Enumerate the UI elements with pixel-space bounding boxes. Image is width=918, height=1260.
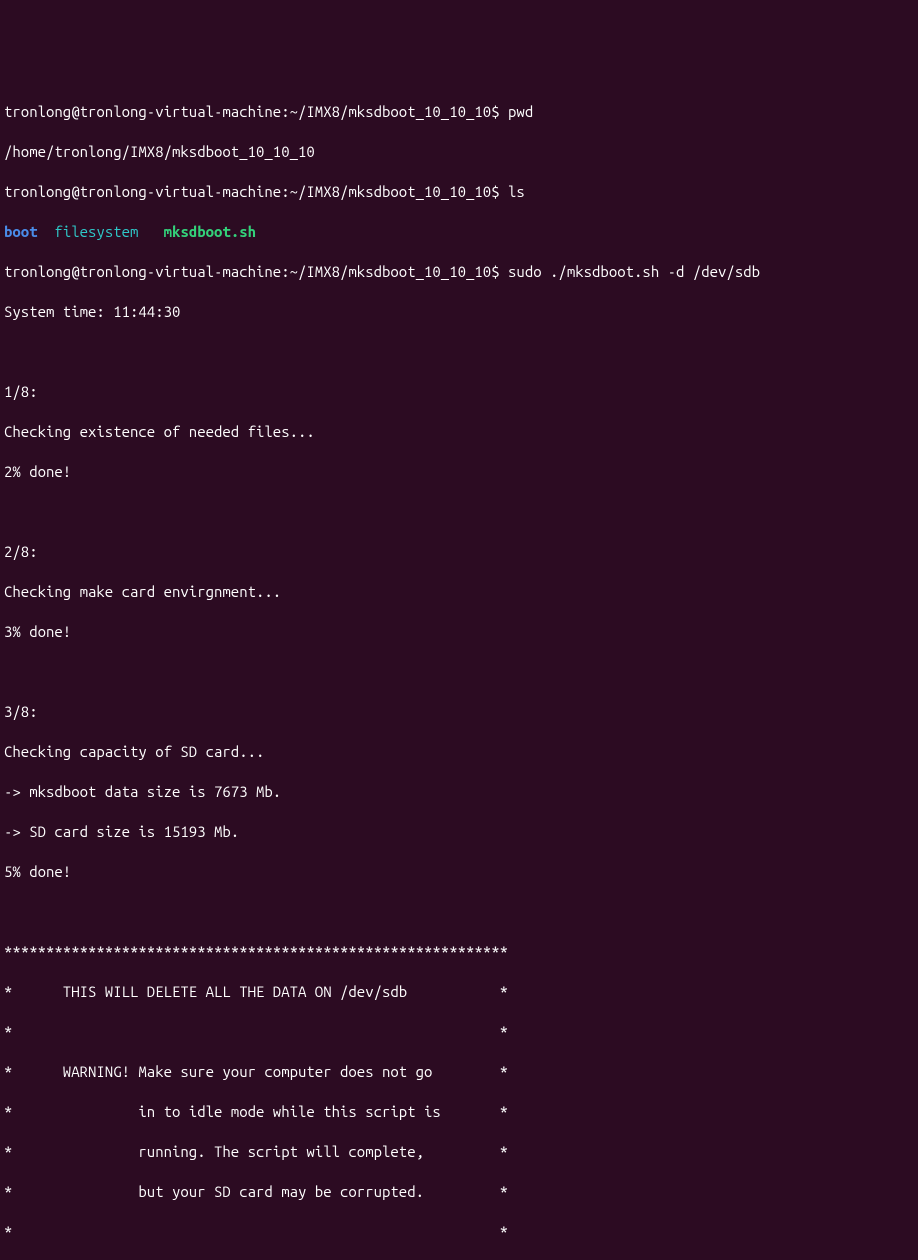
step-message: Checking make card envirgnment... <box>4 582 914 602</box>
warning-box-line: * but your SD card may be corrupted. * <box>4 1182 914 1202</box>
prompt-line-2: tronlong@tronlong-virtual-machine:~/IMX8… <box>4 182 914 202</box>
blank-line <box>4 342 914 362</box>
step-header: 1/8: <box>4 382 914 402</box>
warning-box-line: * WARNING! Make sure your computer does … <box>4 1062 914 1082</box>
step-header: 3/8: <box>4 702 914 722</box>
warning-box-line: * THIS WILL DELETE ALL THE DATA ON /dev/… <box>4 982 914 1002</box>
step-message: Checking capacity of SD card... <box>4 742 914 762</box>
prompt-text: tronlong@tronlong-virtual-machine:~/IMX8… <box>4 263 508 280</box>
prompt-text: tronlong@tronlong-virtual-machine:~/IMX8… <box>4 183 508 200</box>
step-sd-size: -> SD card size is 15193 Mb. <box>4 822 914 842</box>
prompt-text: tronlong@tronlong-virtual-machine:~/IMX8… <box>4 103 508 120</box>
warning-box-line: * running. The script will complete, * <box>4 1142 914 1162</box>
blank-line <box>4 502 914 522</box>
blank-line <box>4 902 914 922</box>
step-header: 2/8: <box>4 542 914 562</box>
terminal-output[interactable]: tronlong@tronlong-virtual-machine:~/IMX8… <box>4 82 914 1260</box>
prompt-line-1: tronlong@tronlong-virtual-machine:~/IMX8… <box>4 102 914 122</box>
step-data-size: -> mksdboot data size is 7673 Mb. <box>4 782 914 802</box>
command-ls: ls <box>508 183 525 200</box>
warning-box-line: * * <box>4 1022 914 1042</box>
step-done: 2% done! <box>4 462 914 482</box>
pwd-output: /home/tronlong/IMX8/mksdboot_10_10_10 <box>4 142 914 162</box>
blank-line <box>4 662 914 682</box>
ls-filesystem: filesystem <box>54 223 138 240</box>
system-time: System time: 11:44:30 <box>4 302 914 322</box>
ls-boot-dir: boot <box>4 223 38 240</box>
warning-box-line: * in to idle mode while this script is * <box>4 1102 914 1122</box>
step-message: Checking existence of needed files... <box>4 422 914 442</box>
ls-output: boot filesystem mksdboot.sh <box>4 222 914 242</box>
step-done: 3% done! <box>4 622 914 642</box>
prompt-line-3: tronlong@tronlong-virtual-machine:~/IMX8… <box>4 262 914 282</box>
warning-box-border: ****************************************… <box>4 942 914 962</box>
warning-box-line: * * <box>4 1222 914 1242</box>
step-done: 5% done! <box>4 862 914 882</box>
ls-mksdboot-script: mksdboot.sh <box>164 223 256 240</box>
command-mksdboot: sudo ./mksdboot.sh -d /dev/sdb <box>508 263 760 280</box>
command-pwd: pwd <box>508 103 533 120</box>
